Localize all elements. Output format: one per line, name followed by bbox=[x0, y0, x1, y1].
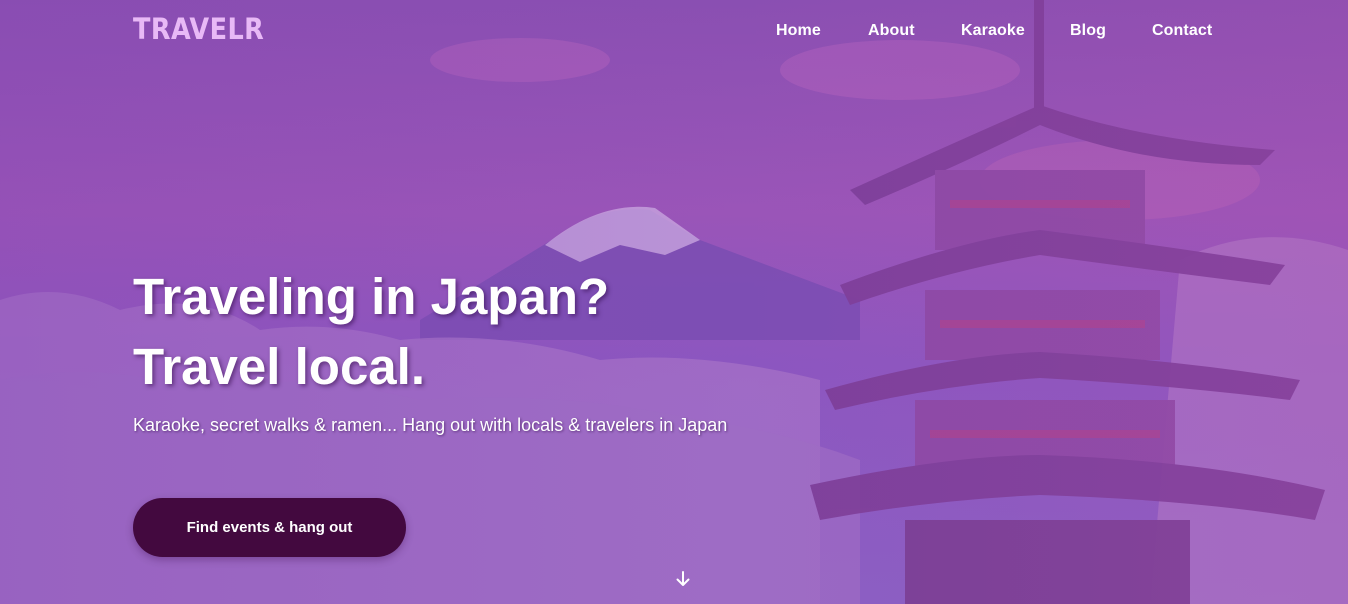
headline-line-2: Travel local. bbox=[133, 338, 426, 395]
nav-item-about[interactable]: About bbox=[868, 22, 915, 40]
nav-item-contact[interactable]: Contact bbox=[1152, 22, 1212, 40]
nav-item-blog[interactable]: Blog bbox=[1070, 22, 1106, 40]
nav-item-home[interactable]: Home bbox=[776, 22, 821, 40]
find-events-button[interactable]: Find events & hang out bbox=[133, 498, 406, 557]
arrow-down-icon[interactable] bbox=[674, 570, 692, 588]
hero-headline: Traveling in Japan? Travel local. bbox=[133, 262, 609, 402]
headline-line-1: Traveling in Japan? bbox=[133, 268, 610, 325]
main-nav: Home About Karaoke Blog Contact bbox=[0, 22, 1348, 46]
nav-item-karaoke[interactable]: Karaoke bbox=[961, 22, 1025, 40]
hero-subtitle: Karaoke, secret walks & ramen... Hang ou… bbox=[133, 415, 728, 435]
